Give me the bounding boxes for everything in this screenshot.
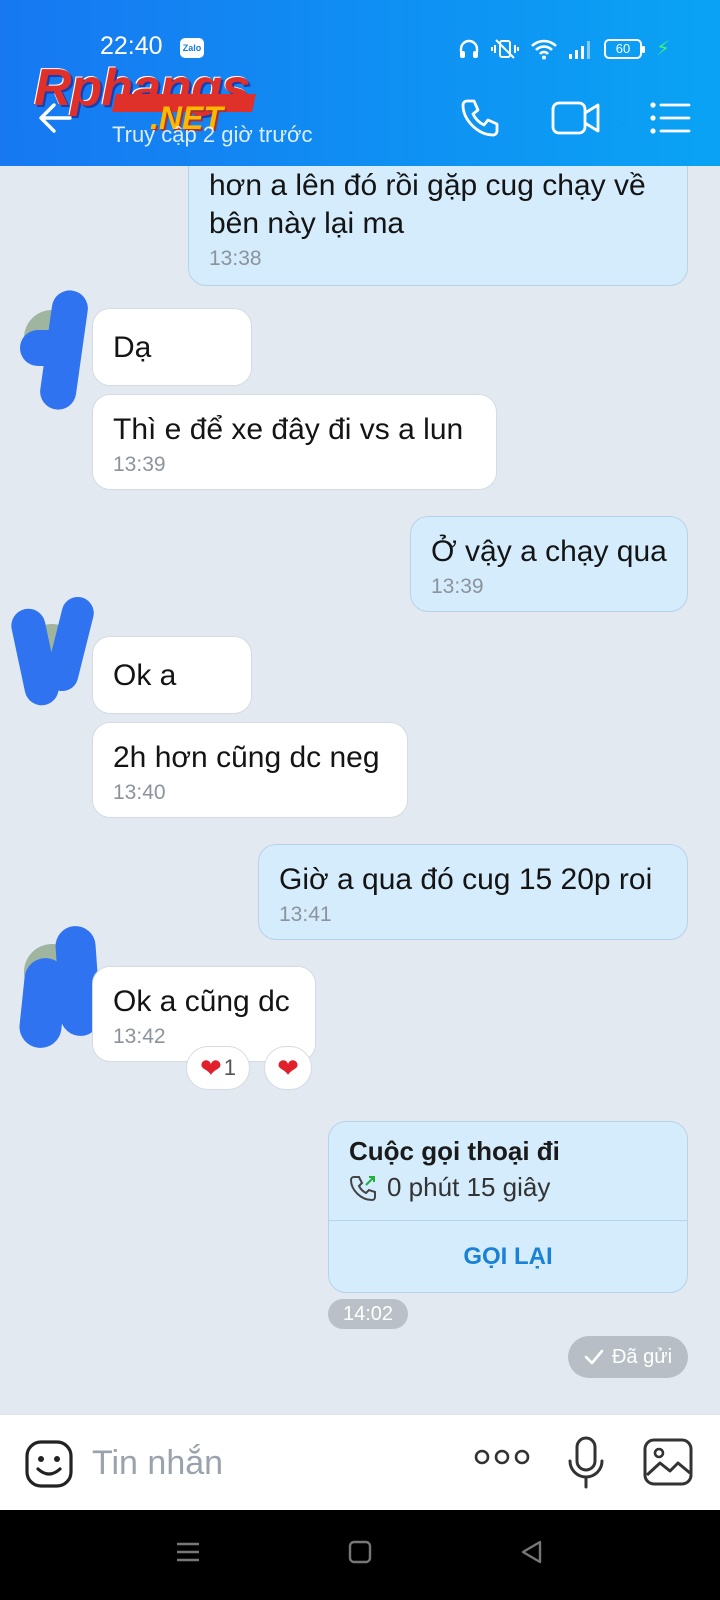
more-options-icon[interactable]: [474, 1445, 530, 1469]
message-text: Dạ: [113, 331, 152, 364]
reaction-count: 1: [223, 1055, 237, 1080]
redaction-scribble: [20, 330, 80, 366]
call-card[interactable]: Cuộc gọi thoại đi 0 phút 15 giây GỌI LẠI: [328, 1121, 688, 1293]
reaction-summary[interactable]: ❤ 1: [186, 1046, 250, 1090]
call-duration: 0 phút 15 giây: [387, 1172, 551, 1202]
message-text: Ở vậy a chạy qua: [431, 535, 667, 568]
message-text: Thì e để xe đây đi vs a lun: [113, 413, 464, 446]
status-icons: 60 ⚡: [458, 36, 670, 61]
chat-area[interactable]: hơn a lên đó rồi gặp cug chạy về bên này…: [0, 166, 720, 1414]
message-bubble-incoming[interactable]: 2h hơn cũng dc neg 13:40: [92, 722, 408, 818]
message-time: 13:41: [279, 903, 332, 926]
message-time: 13:39: [113, 453, 166, 476]
wifi-icon: [531, 39, 557, 59]
back-icon[interactable]: [518, 1538, 546, 1566]
last-seen-subtitle: Truy cập 2 giờ trước: [112, 122, 313, 147]
battery-icon: 60: [603, 38, 645, 59]
message-text: Giờ a qua đó cug 15 20p roi: [279, 863, 653, 896]
status-time: 22:40: [100, 32, 163, 60]
image-gallery-icon[interactable]: [642, 1437, 694, 1487]
recent-apps-icon[interactable]: [174, 1538, 202, 1566]
message-bubble-incoming[interactable]: Thì e để xe đây đi vs a lun 13:39: [92, 394, 497, 490]
heart-icon: ❤: [277, 1053, 299, 1083]
message-bubble-outgoing[interactable]: Giờ a qua đó cug 15 20p roi 13:41: [258, 844, 688, 940]
charging-icon: ⚡: [655, 38, 670, 60]
home-icon[interactable]: [346, 1538, 374, 1566]
message-time: 13:39: [431, 575, 484, 598]
menu-list-icon[interactable]: [648, 96, 692, 140]
heart-icon: ❤: [199, 1053, 222, 1083]
video-call-icon[interactable]: [550, 96, 602, 140]
chat-header: Rphangs .NET Truy cập 2 giờ trước: [0, 59, 720, 166]
message-time-pill: 14:02: [328, 1299, 408, 1329]
phone-icon[interactable]: [458, 96, 502, 140]
message-text: 2h hơn cũng dc neg: [113, 741, 380, 774]
headset-icon: [459, 39, 479, 58]
sent-status-label: Đã gửi: [611, 1345, 673, 1368]
message-bubble-outgoing[interactable]: hơn a lên đó rồi gặp cug chạy về bên này…: [188, 166, 688, 286]
microphone-icon[interactable]: [566, 1435, 606, 1491]
message-bubble-incoming[interactable]: Dạ: [92, 308, 252, 386]
message-bubble-incoming[interactable]: Ok a: [92, 636, 252, 714]
message-text: hơn a lên đó rồi gặp cug chạy về bên này…: [209, 169, 646, 240]
top-bar: 22:40 Zalo 60 ⚡ Rphangs .NET Truy cập 2 …: [0, 0, 720, 166]
message-text: Ok a cũng dc: [113, 985, 290, 1018]
signal-icon: [568, 40, 590, 59]
add-reaction-button[interactable]: ❤: [264, 1046, 312, 1090]
message-time: 13:40: [113, 781, 166, 804]
emoji-sticker-icon[interactable]: [24, 1439, 74, 1489]
sent-status: Đã gửi: [568, 1336, 688, 1378]
message-text: Ok a: [113, 659, 177, 692]
call-title: Cuộc gọi thoại đi: [349, 1136, 560, 1166]
message-bubble-outgoing[interactable]: Ở vậy a chạy qua 13:39: [410, 516, 688, 612]
check-icon: [584, 1349, 604, 1365]
outgoing-call-icon: [349, 1176, 376, 1202]
message-input-bar: [0, 1414, 720, 1510]
zalo-notification-icon: Zalo: [180, 38, 204, 58]
message-time: 13:38: [209, 247, 262, 270]
system-navigation-bar: [0, 1510, 720, 1600]
call-back-button[interactable]: GỌI LẠI: [329, 1221, 687, 1293]
vibrate-mute-icon: [490, 38, 519, 59]
message-input[interactable]: [92, 1435, 452, 1491]
